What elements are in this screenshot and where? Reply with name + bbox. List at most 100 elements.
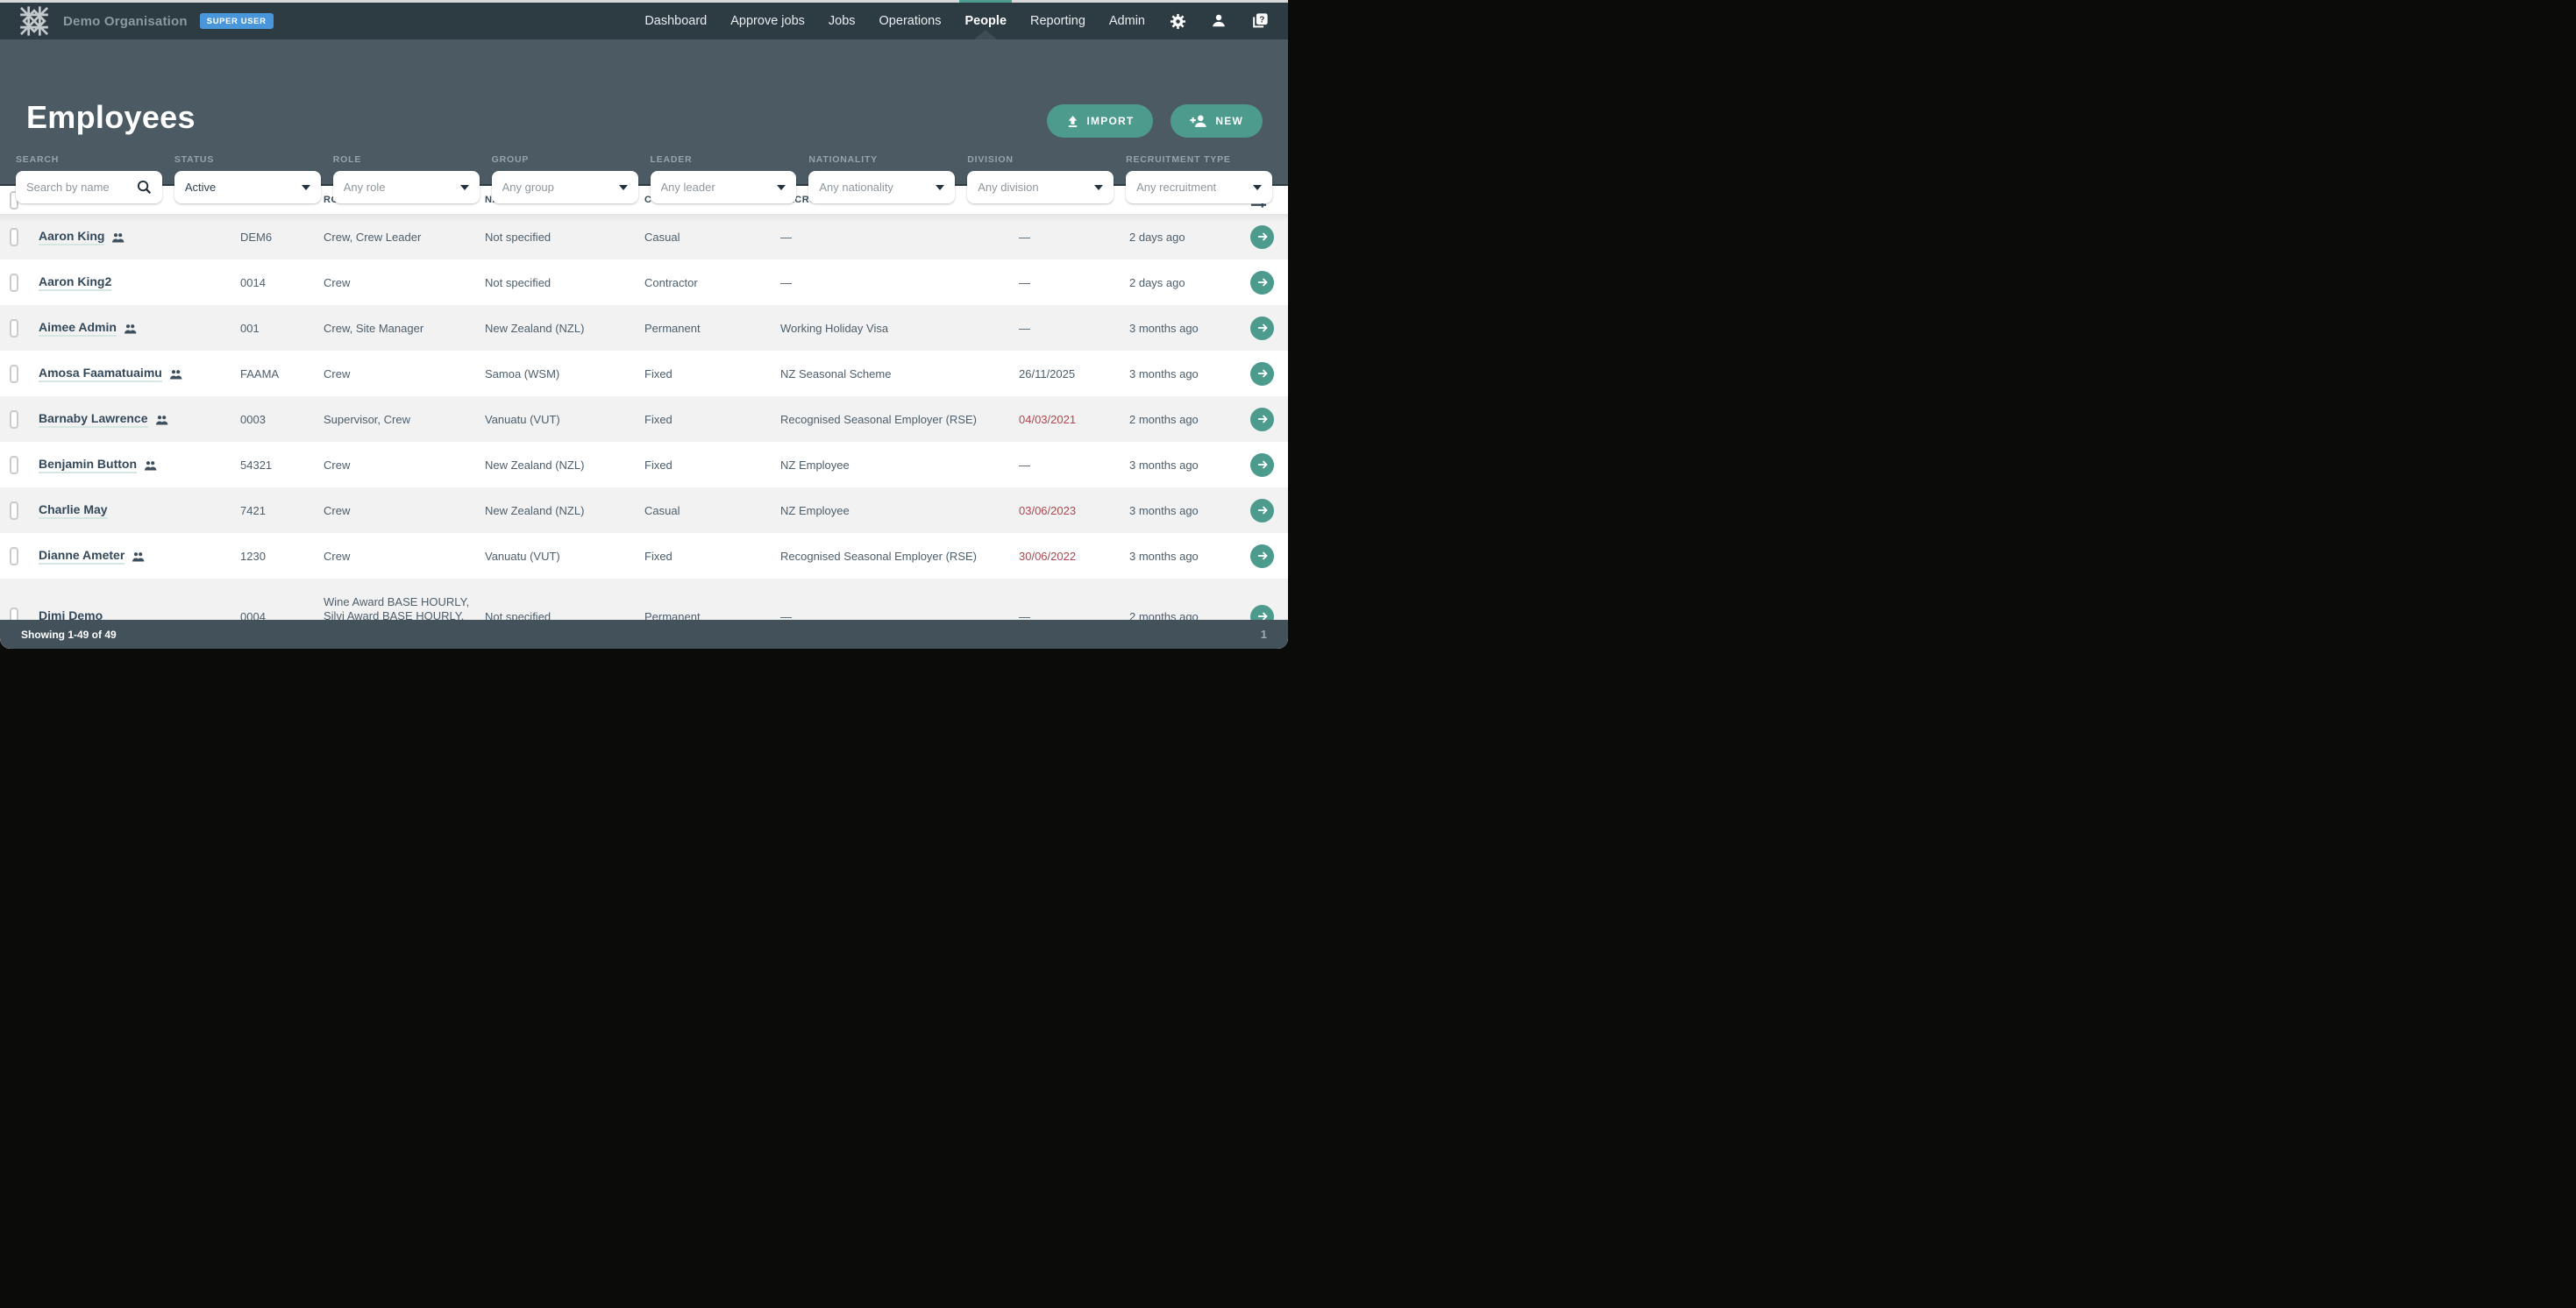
select-value: Any nationality: [819, 181, 930, 194]
row-checkbox[interactable]: [10, 410, 18, 429]
table-footer: Showing 1-49 of 49 1: [0, 620, 1288, 649]
table-row[interactable]: Benjamin Button54321CrewNew Zealand (NZL…: [0, 442, 1288, 487]
open-employee-button[interactable]: [1250, 544, 1274, 568]
last-updated-cell: 2 months ago: [1129, 413, 1238, 426]
select-value: Active: [185, 181, 296, 194]
chevron-down-icon: [1094, 185, 1103, 190]
table-row[interactable]: Amosa FaamatuaimuFAAMACrewSamoa (WSM)Fix…: [0, 351, 1288, 396]
employee-name-link[interactable]: Benjamin Button: [39, 457, 137, 473]
nationality-cell: Not specified: [485, 231, 644, 244]
import-button[interactable]: IMPORT: [1047, 104, 1154, 138]
last-updated-cell: 2 days ago: [1129, 231, 1238, 244]
table-row[interactable]: Aaron King20014CrewNot specifiedContract…: [0, 259, 1288, 305]
table-row[interactable]: Aaron KingDEM6Crew, Crew LeaderNot speci…: [0, 214, 1288, 259]
select-value: Any group: [502, 181, 614, 194]
recruitment-type-cell: Recognised Seasonal Employer (RSE): [780, 550, 1019, 563]
open-employee-button[interactable]: [1250, 362, 1274, 386]
nav-item-people[interactable]: People: [964, 3, 1007, 39]
account-person-icon[interactable]: [1210, 12, 1228, 30]
staff-id-cell: DEM6: [240, 231, 324, 244]
select-value: Any role: [344, 181, 455, 194]
employee-name-link[interactable]: Amosa Faamatuaimu: [39, 366, 162, 382]
nav-item-reporting[interactable]: Reporting: [1030, 3, 1085, 39]
select-status[interactable]: Active: [174, 171, 321, 203]
employee-name-link[interactable]: Aimee Admin: [39, 320, 117, 337]
employee-table-body: Aaron KingDEM6Crew, Crew LeaderNot speci…: [0, 214, 1288, 649]
chevron-down-icon: [1253, 185, 1262, 190]
select-group[interactable]: Any group: [492, 171, 638, 203]
svg-text:?: ?: [1259, 15, 1264, 25]
open-employee-button[interactable]: [1250, 499, 1274, 522]
nav-item-jobs[interactable]: Jobs: [829, 3, 856, 39]
row-checkbox[interactable]: [10, 501, 18, 520]
staff-id-cell: FAAMA: [240, 367, 324, 380]
top-navbar: Demo Organisation SUPER USER Dashboard Ap…: [0, 0, 1288, 39]
select-value: Any division: [978, 181, 1089, 194]
nationality-cell: Vanuatu (VUT): [485, 413, 644, 426]
staff-id-cell: 1230: [240, 550, 324, 563]
staff-id-cell: 001: [240, 322, 324, 335]
filter-search: SEARCH: [16, 154, 162, 203]
nav-item-dashboard[interactable]: Dashboard: [644, 3, 707, 39]
page-header: Employees IMPORT NEW SEARCHSTATUSActiv: [0, 39, 1288, 184]
arrow-right-icon: [1256, 231, 1269, 243]
filter-label: STATUS: [174, 154, 321, 165]
contract-type-cell: Permanent: [644, 322, 780, 335]
select-division[interactable]: Any division: [967, 171, 1114, 203]
search-input[interactable]: [26, 181, 137, 194]
row-checkbox[interactable]: [10, 319, 18, 338]
contract-type-cell: Casual: [644, 504, 780, 517]
role-cell: Crew: [324, 276, 485, 289]
select-nationality[interactable]: Any nationality: [808, 171, 955, 203]
employee-name-link[interactable]: Barnaby Lawrence: [39, 411, 148, 428]
nationality-cell: Not specified: [485, 276, 644, 289]
brand: Demo Organisation SUPER USER: [18, 4, 274, 38]
employee-name-link[interactable]: Dianne Ameter: [39, 548, 125, 565]
employee-name-link[interactable]: Charlie May: [39, 502, 108, 519]
row-checkbox[interactable]: [10, 228, 18, 246]
new-employee-button[interactable]: NEW: [1171, 104, 1263, 138]
chevron-down-icon: [460, 185, 469, 190]
nav-item-operations[interactable]: Operations: [879, 3, 942, 39]
last-updated-cell: 3 months ago: [1129, 504, 1238, 517]
filter-role: ROLEAny role: [333, 154, 480, 203]
role-cell: Crew, Site Manager: [324, 322, 485, 335]
team-people-icon: [124, 323, 137, 335]
recruitment-type-cell: NZ Employee: [780, 504, 1019, 517]
select-recruitment-type[interactable]: Any recruitment: [1126, 171, 1272, 203]
settings-gear-icon[interactable]: [1169, 12, 1186, 30]
last-updated-cell: 3 months ago: [1129, 459, 1238, 472]
nav-item-approve-jobs[interactable]: Approve jobs: [730, 3, 805, 39]
employee-name-link[interactable]: Aaron King2: [39, 274, 111, 291]
table-row[interactable]: Dianne Ameter1230CrewVanuatu (VUT)FixedR…: [0, 533, 1288, 579]
open-employee-button[interactable]: [1250, 408, 1274, 431]
open-employee-button[interactable]: [1250, 316, 1274, 340]
select-value: Any leader: [661, 181, 772, 194]
open-employee-button[interactable]: [1250, 225, 1274, 249]
page-number[interactable]: 1: [1261, 628, 1267, 641]
nav-item-admin[interactable]: Admin: [1109, 3, 1145, 39]
table-row[interactable]: Charlie May7421CrewNew Zealand (NZL)Casu…: [0, 487, 1288, 533]
select-leader[interactable]: Any leader: [651, 171, 797, 203]
role-cell: Crew: [324, 459, 485, 472]
help-docs-icon[interactable]: ?: [1251, 12, 1269, 30]
arrow-right-icon: [1256, 367, 1269, 380]
recruitment-type-cell: —: [780, 276, 1019, 289]
filters-bar: SEARCHSTATUSActiveROLEAny roleGROUPAny g…: [16, 154, 1272, 203]
last-updated-cell: 3 months ago: [1129, 322, 1238, 335]
row-checkbox[interactable]: [10, 547, 18, 565]
select-role[interactable]: Any role: [333, 171, 480, 203]
open-employee-button[interactable]: [1250, 453, 1274, 477]
recruitment-type-cell: Working Holiday Visa: [780, 322, 1019, 335]
team-people-icon: [132, 551, 145, 563]
row-checkbox[interactable]: [10, 365, 18, 383]
filter-leader: LEADERAny leader: [651, 154, 797, 203]
nationality-cell: New Zealand (NZL): [485, 459, 644, 472]
nav-items: Dashboard Approve jobs Jobs Operations Peopl…: [644, 3, 1269, 39]
table-row[interactable]: Barnaby Lawrence0003Supervisor, CrewVanu…: [0, 396, 1288, 442]
row-checkbox[interactable]: [10, 456, 18, 474]
row-checkbox[interactable]: [10, 274, 18, 292]
open-employee-button[interactable]: [1250, 271, 1274, 295]
employee-name-link[interactable]: Aaron King: [39, 229, 104, 245]
table-row[interactable]: Aimee Admin001Crew, Site ManagerNew Zeal…: [0, 305, 1288, 351]
